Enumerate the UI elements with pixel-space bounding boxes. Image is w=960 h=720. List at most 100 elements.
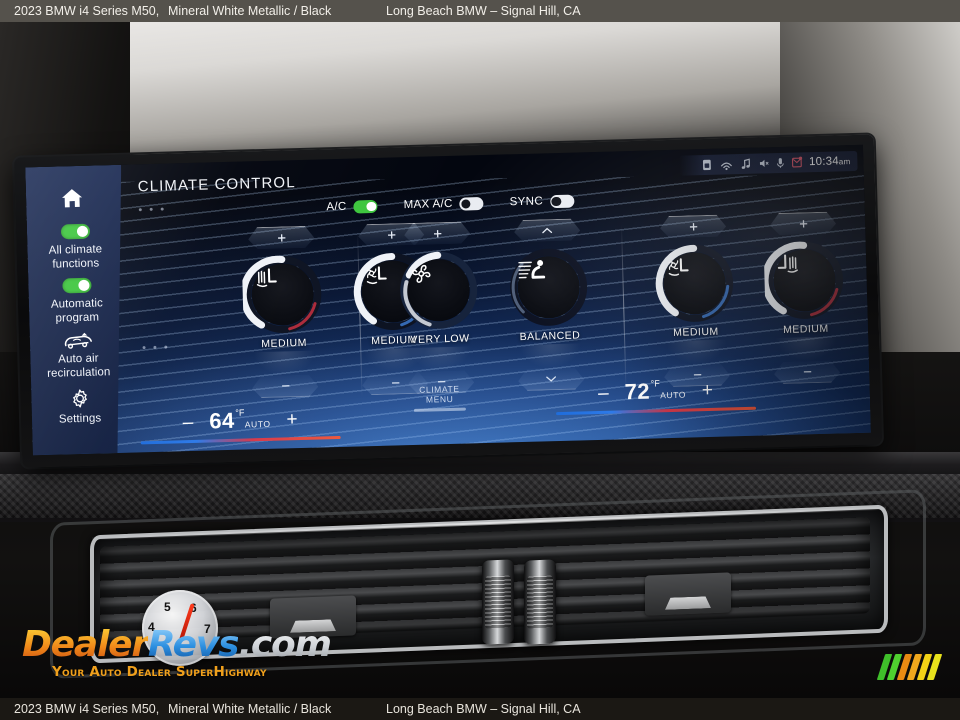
fan-speed-increase-button[interactable] — [404, 221, 471, 245]
status-bar: 10:34am — [678, 150, 858, 176]
passenger-temperature-control: – 72°FAUTO + — [555, 376, 757, 415]
driver-temp-readout: 64°FAUTO — [209, 407, 271, 435]
passenger-seat-ventilation-value: MEDIUM — [672, 325, 719, 339]
passenger-seat-heating-ring[interactable] — [763, 239, 846, 321]
passenger-temp-decrease-button[interactable]: – — [598, 382, 609, 403]
sidebar-item-automatic-program[interactable]: Automatic program — [28, 277, 125, 327]
dial-fan-speed[interactable]: VERY LOW — [385, 221, 494, 395]
wifi-hotspot-icon — [720, 162, 732, 171]
music-note-icon — [741, 158, 750, 169]
max-ac-label: MAX A/C — [403, 198, 453, 212]
driver-temperature-control: – 64°FAUTO + — [140, 405, 341, 444]
passenger-temp-readout: 72°FAUTO — [624, 378, 686, 406]
dial-reflection — [665, 339, 728, 366]
driver-temp-unit: °F — [235, 407, 245, 418]
sidebar-label-recirculation-line2: recirculation — [46, 365, 111, 380]
dial-reflection — [519, 343, 582, 370]
passenger-temp-mode: AUTO — [659, 389, 687, 401]
sidebar-item-settings[interactable]: Settings — [31, 387, 128, 428]
top-caption-bar: 2023 BMW i4 Series M50, Mineral White Me… — [0, 0, 960, 22]
passenger-temp-value: 72 — [624, 378, 651, 405]
vent-adjust-knob-right[interactable] — [524, 559, 556, 645]
airflow-distribution-value: BALANCED — [519, 329, 581, 344]
vehicle-interior-photo: All climate functions Automatic program — [0, 22, 960, 698]
ac-toggle[interactable]: A/C — [326, 199, 378, 214]
dial-reflection — [253, 350, 316, 377]
watermark-text-dealer: Dealer — [22, 624, 149, 665]
drag-hint-top: • • • — [138, 203, 167, 217]
microphone-icon — [776, 158, 784, 168]
watermark-text-revs: Revs — [147, 624, 240, 665]
dial-reflection — [775, 336, 838, 363]
max-ac-toggle[interactable]: MAX A/C — [403, 197, 484, 212]
all-climate-functions-toggle[interactable] — [60, 224, 89, 240]
mute-speaker-icon — [759, 159, 769, 168]
caption-vehicle-color: Mineral White Metallic / Black — [168, 4, 332, 18]
driver-temp-increase-button[interactable]: + — [286, 409, 298, 430]
sim-card-icon — [702, 159, 711, 171]
sidebar-label-auto-program-line2: program — [55, 310, 100, 325]
passenger-seat-ventilation-ring[interactable] — [654, 242, 736, 324]
bottom-caption-bar: 2023 BMW i4 Series M50, Mineral White Me… — [0, 698, 960, 720]
sidebar-label-settings: Settings — [58, 412, 102, 426]
watermark-tagline: Your Auto Dealer SuperHighway — [52, 664, 267, 680]
page-title: CLIMATE CONTROL — [137, 174, 296, 196]
passenger-temp-slider[interactable] — [556, 406, 757, 415]
climate-toggle-row: A/C MAX A/C SYNC — [326, 194, 575, 214]
driver-seat-heating-decrease-button[interactable] — [252, 375, 319, 399]
dial-airflow-distribution[interactable]: BALANCED — [495, 218, 604, 392]
climate-menu-button[interactable]: CLIMATE MENU — [379, 383, 500, 413]
fan-speed-ring[interactable] — [398, 249, 480, 331]
max-ac-switch[interactable] — [459, 197, 484, 211]
passenger-temp-increase-button[interactable]: + — [702, 379, 714, 400]
vent-adjust-knob-left[interactable] — [482, 559, 514, 645]
accent-bars — [876, 654, 943, 680]
sidebar-item-auto-air-recirculation[interactable]: Auto air recirculation — [30, 331, 127, 382]
automatic-program-toggle[interactable] — [62, 278, 91, 294]
sync-switch[interactable] — [549, 194, 575, 208]
passenger-seat-heating-decrease-button[interactable] — [774, 360, 841, 384]
ac-switch[interactable] — [353, 199, 378, 214]
driver-seat-heating-value: MEDIUM — [261, 336, 308, 351]
bottom-caption-vehicle-color: Mineral White Metallic / Black — [168, 702, 332, 716]
driver-temp-value: 64 — [208, 407, 235, 434]
dial-driver-seat-heating[interactable]: MEDIUM — [229, 225, 338, 399]
driver-seat-heating-increase-button[interactable] — [248, 226, 315, 250]
watermark-logo-text: DealerRevs.com — [22, 624, 332, 665]
driver-temp-decrease-button[interactable]: – — [182, 411, 193, 432]
gauge-tick-5: 5 — [164, 600, 171, 614]
ac-label: A/C — [326, 200, 347, 214]
dial-passenger-seat-heating[interactable]: MEDIUM — [751, 211, 860, 385]
sidebar-label-all-climate-line2: functions — [52, 256, 100, 271]
driver-temp-mode: AUTO — [244, 418, 271, 430]
vent-direction-tab-right[interactable] — [645, 572, 731, 616]
bottom-caption-dealer-name: Long Beach BMW – Signal Hill, CA — [386, 702, 581, 716]
sync-toggle[interactable]: SYNC — [509, 194, 575, 209]
infotainment-screen-bezel: All climate functions Automatic program — [13, 134, 883, 468]
passenger-seat-heating-increase-button[interactable] — [770, 211, 837, 235]
climate-menu-label-line2: MENU — [425, 393, 454, 405]
gear-icon — [69, 388, 91, 410]
driver-seat-heating-ring[interactable] — [241, 253, 324, 335]
bottom-caption-vehicle-title: 2023 BMW i4 Series M50, — [14, 702, 160, 716]
home-icon[interactable] — [59, 186, 86, 211]
passenger-seat-ventilation-increase-button[interactable] — [660, 214, 727, 238]
passenger-seat-heating-value: MEDIUM — [782, 322, 829, 336]
driver-temp-slider[interactable] — [140, 435, 341, 444]
sync-label: SYNC — [509, 195, 544, 209]
dial-passenger-seat-ventilation[interactable]: MEDIUM — [641, 214, 750, 388]
dial-reflection — [409, 346, 472, 373]
sidebar-item-all-climate-functions[interactable]: All climate functions — [27, 223, 124, 273]
caption-dealer-name: Long Beach BMW – Signal Hill, CA — [386, 4, 581, 18]
airflow-distribution-up-button[interactable] — [514, 218, 581, 242]
passenger-temp-unit: °F — [650, 378, 660, 389]
air-recirculation-icon — [61, 332, 95, 350]
message-alert-icon — [791, 156, 802, 168]
status-clock: 10:34am — [808, 155, 851, 169]
climate-control-screen[interactable]: All climate functions Automatic program — [25, 144, 871, 456]
airflow-distribution-ring[interactable] — [508, 246, 590, 328]
fan-speed-value: VERY LOW — [410, 332, 470, 347]
watermark-text-dotcom: .com — [238, 624, 332, 665]
drag-hint-bottom: • • • — [142, 341, 170, 355]
dial-divider-right — [621, 225, 627, 391]
